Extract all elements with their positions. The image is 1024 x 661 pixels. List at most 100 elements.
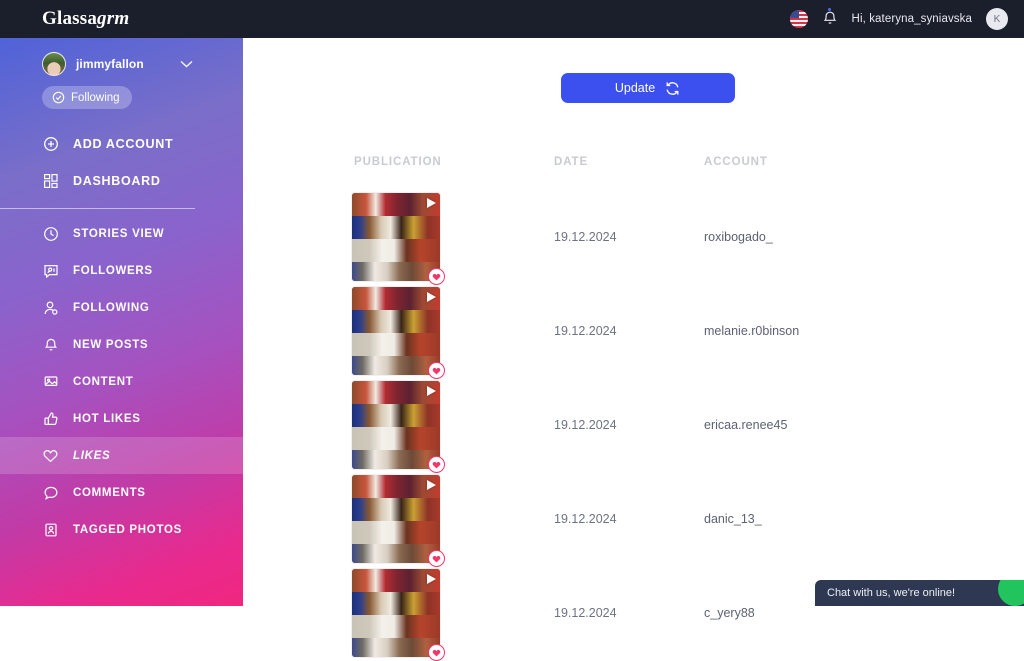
sidebar-label: LIKES (73, 450, 110, 462)
thumbnail-image (352, 193, 440, 281)
thumbnail-image (352, 569, 440, 657)
clock-icon (42, 225, 59, 242)
sidebar-label: STORIES VIEW (73, 228, 164, 240)
user-add-icon (42, 299, 59, 316)
chat-widget[interactable]: Chat with us, we're online! (815, 580, 1024, 606)
account-switcher[interactable]: jimmyfallon (0, 38, 243, 76)
sidebar-label: ADD ACCOUNT (73, 137, 173, 151)
sidebar-item-add-account[interactable]: ADD ACCOUNT (0, 125, 243, 162)
row-date: 19.12.2024 (554, 606, 617, 620)
grid-icon (42, 172, 59, 189)
row-account[interactable]: roxibogado_ (704, 230, 773, 244)
liked-heart-badge (428, 268, 445, 285)
sidebar-label: CONTENT (73, 376, 133, 388)
following-status-pill[interactable]: Following (42, 86, 132, 109)
column-header-account: ACCOUNT (704, 156, 768, 168)
table-row[interactable]: 19.12.2024 ericaa.renee45 (243, 378, 1024, 472)
top-bar: Glassagrm Hi, kateryna_syniavska K (0, 0, 1024, 38)
update-button-label: Update (615, 81, 655, 95)
column-header-date: DATE (554, 156, 588, 168)
sidebar-label: DASHBOARD (73, 174, 161, 188)
liked-heart-badge (428, 362, 445, 379)
logo-text-bold: Glassa (42, 8, 97, 29)
sidebar-item-likes[interactable]: LIKES (0, 437, 243, 474)
publication-thumbnail[interactable] (352, 475, 440, 563)
sidebar-item-new-posts[interactable]: NEW POSTS (0, 326, 243, 363)
chat-widget-label: Chat with us, we're online! (827, 587, 955, 599)
comment-icon (42, 484, 59, 501)
plus-circle-icon (42, 135, 59, 152)
us-flag-icon[interactable] (790, 10, 808, 28)
row-account[interactable]: melanie.r0binson (704, 324, 799, 338)
table-row[interactable]: 19.12.2024 melanie.r0binson (243, 284, 1024, 378)
sidebar-label: NEW POSTS (73, 339, 148, 351)
publication-thumbnail[interactable] (352, 193, 440, 281)
notification-bell-button[interactable] (822, 9, 838, 29)
main-content: Update PUBLICATION DATE ACCOUNT 19.12.20… (243, 38, 1024, 606)
chevron-down-icon (180, 60, 193, 68)
liked-heart-badge (428, 644, 445, 661)
sidebar-item-comments[interactable]: COMMENTS (0, 474, 243, 511)
app-logo[interactable]: Glassagrm (42, 8, 129, 30)
sidebar-label: FOLLOWERS (73, 265, 153, 277)
refresh-icon (664, 80, 681, 97)
sidebar-item-stories-view[interactable]: STORIES VIEW (0, 215, 243, 252)
sidebar-label: COMMENTS (73, 487, 146, 499)
liked-heart-badge (428, 456, 445, 473)
user-greeting: Hi, kateryna_syniavska (852, 13, 972, 25)
notification-dot (828, 8, 831, 11)
video-play-icon (427, 574, 436, 584)
sidebar: jimmyfallon Following ADD ACCOUNT DASHBO… (0, 38, 243, 606)
video-play-icon (427, 386, 436, 396)
row-date: 19.12.2024 (554, 418, 617, 432)
update-button[interactable]: Update (561, 73, 735, 103)
heart-icon (432, 367, 441, 375)
account-name: jimmyfallon (76, 57, 144, 71)
sidebar-item-tagged-photos[interactable]: TAGGED PHOTOS (0, 511, 243, 548)
video-play-icon (427, 480, 436, 490)
row-date: 19.12.2024 (554, 230, 617, 244)
thumbnail-image (352, 381, 440, 469)
check-circle-icon (52, 91, 65, 104)
sidebar-item-content[interactable]: CONTENT (0, 363, 243, 400)
sidebar-label: HOT LIKES (73, 413, 141, 425)
sidebar-item-hot-likes[interactable]: HOT LIKES (0, 400, 243, 437)
top-bar-right: Hi, kateryna_syniavska K (790, 8, 1008, 30)
sidebar-label: FOLLOWING (73, 302, 150, 314)
thumbnail-image (352, 287, 440, 375)
heart-icon (42, 447, 59, 464)
user-avatar[interactable]: K (986, 8, 1008, 30)
row-date: 19.12.2024 (554, 324, 617, 338)
table-column-headers: PUBLICATION DATE ACCOUNT (243, 156, 1024, 172)
bell-icon (822, 9, 838, 27)
publication-thumbnail[interactable] (352, 287, 440, 375)
publication-thumbnail[interactable] (352, 569, 440, 657)
row-account[interactable]: c_yery88 (704, 606, 755, 620)
heart-icon (432, 649, 441, 657)
sidebar-item-dashboard[interactable]: DASHBOARD (0, 162, 243, 199)
bell-icon (42, 336, 59, 353)
sidebar-nav: ADD ACCOUNT DASHBOARD STORIES VIEW FOLLO… (0, 125, 243, 548)
heart-icon (432, 461, 441, 469)
user-message-icon (42, 262, 59, 279)
sidebar-item-following[interactable]: FOLLOWING (0, 289, 243, 326)
table-row[interactable]: 19.12.2024 roxibogado_ (243, 190, 1024, 284)
following-pill-label: Following (71, 92, 120, 104)
tagged-photo-icon (42, 521, 59, 538)
chat-accent-circle (998, 580, 1024, 606)
sidebar-label: TAGGED PHOTOS (73, 524, 182, 536)
sidebar-divider (0, 208, 195, 209)
row-account[interactable]: danic_13_ (704, 512, 762, 526)
thumbnail-image (352, 475, 440, 563)
flag-canton (790, 10, 799, 18)
row-account[interactable]: ericaa.renee45 (704, 418, 787, 432)
publication-thumbnail[interactable] (352, 381, 440, 469)
thumbs-up-icon (42, 410, 59, 427)
table-row[interactable]: 19.12.2024 danic_13_ (243, 472, 1024, 566)
liked-heart-badge (428, 550, 445, 567)
heart-icon (432, 273, 441, 281)
sidebar-item-followers[interactable]: FOLLOWERS (0, 252, 243, 289)
video-play-icon (427, 292, 436, 302)
column-header-publication: PUBLICATION (354, 156, 442, 168)
row-date: 19.12.2024 (554, 512, 617, 526)
